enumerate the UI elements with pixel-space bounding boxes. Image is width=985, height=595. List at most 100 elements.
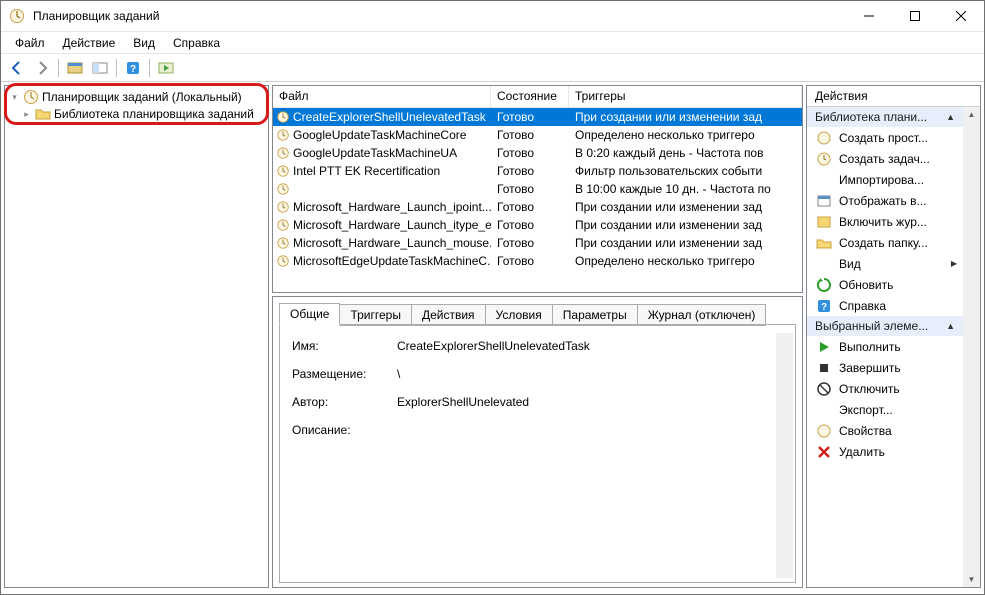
- toolbar-btn-1[interactable]: [64, 57, 86, 79]
- actions-group-header[interactable]: Выбранный элеме...▲: [807, 316, 963, 336]
- action-icon: [816, 235, 832, 251]
- minimize-button[interactable]: [846, 1, 892, 31]
- center-pane: Файл Состояние Триггеры CreateExplorerSh…: [272, 85, 803, 588]
- action-item[interactable]: ?Справка: [807, 295, 963, 316]
- tab-triggers[interactable]: Триггеры: [339, 304, 412, 326]
- highlight-annotation: ▸ Библиотека планировщика заданий: [7, 105, 266, 123]
- action-icon: [816, 193, 832, 209]
- expand-icon[interactable]: ▾: [9, 92, 20, 103]
- task-trigger: Определено несколько триггеро: [569, 128, 802, 142]
- tab-history[interactable]: Журнал (отключен): [637, 304, 767, 326]
- table-row[interactable]: MicrosoftEdgeUpdateTaskMachineC...Готово…: [273, 252, 802, 270]
- table-row[interactable]: Microsoft_Hardware_Launch_itype_exeГотов…: [273, 216, 802, 234]
- menu-help[interactable]: Справка: [165, 34, 228, 52]
- col-trig[interactable]: Триггеры: [569, 86, 802, 107]
- action-label: Справка: [839, 299, 886, 313]
- task-file: CreateExplorerShellUnelevatedTask: [293, 110, 486, 124]
- action-icon: [816, 360, 832, 376]
- col-state[interactable]: Состояние: [491, 86, 569, 107]
- action-item[interactable]: Отключить: [807, 378, 963, 399]
- action-item[interactable]: Создать папку...: [807, 232, 963, 253]
- table-row[interactable]: CreateExplorerShellUnelevatedTaskГотовоП…: [273, 108, 802, 126]
- table-row[interactable]: GoogleUpdateTaskMachineUAГотовоВ 0:20 ка…: [273, 144, 802, 162]
- task-file: GoogleUpdateTaskMachineCore: [293, 128, 466, 142]
- menu-file[interactable]: Файл: [7, 34, 53, 52]
- task-trigger: Фильтр пользовательских событи: [569, 164, 802, 178]
- list-body: CreateExplorerShellUnelevatedTaskГотовоП…: [273, 108, 802, 292]
- tab-general[interactable]: Общие: [279, 303, 340, 325]
- scrollbar[interactable]: [776, 333, 793, 578]
- table-row[interactable]: GoogleUpdateTaskMachineCore ГотовоОпредел…: [273, 126, 802, 144]
- action-item[interactable]: Выполнить: [807, 336, 963, 357]
- window-title: Планировщик заданий: [33, 9, 846, 23]
- tree-pane[interactable]: ▾ Планировщик заданий (Локальный) ▸ Библ…: [4, 85, 269, 588]
- table-row[interactable]: Microsoft_Hardware_Launch_ipoint...Готов…: [273, 198, 802, 216]
- task-state: Готово: [491, 236, 569, 250]
- action-icon: [816, 402, 832, 418]
- clock-icon: [276, 218, 290, 232]
- actions-group-header[interactable]: Библиотека плани...▲: [807, 107, 963, 127]
- tab-actions[interactable]: Действия: [411, 304, 486, 326]
- menu-view[interactable]: Вид: [125, 34, 163, 52]
- task-trigger: При создании или изменении зад: [569, 110, 802, 124]
- clock-icon: [276, 146, 290, 160]
- action-icon: [816, 256, 832, 272]
- menu-action[interactable]: Действие: [55, 34, 124, 52]
- clock-icon: [276, 128, 290, 142]
- action-item[interactable]: Экспорт...: [807, 399, 963, 420]
- task-trigger: Определено несколько триггеро: [569, 254, 802, 268]
- tree-root-label: Планировщик заданий (Локальный): [42, 90, 242, 104]
- action-item[interactable]: Свойства: [807, 420, 963, 441]
- forward-button[interactable]: [31, 57, 53, 79]
- actions-list: Библиотека плани...▲ Создать прост... Созд…: [807, 107, 963, 462]
- task-state: Готово: [491, 128, 569, 142]
- maximize-button[interactable]: [892, 1, 938, 31]
- action-label: Завершить: [839, 361, 901, 375]
- action-icon: [816, 277, 832, 293]
- run-button[interactable]: [155, 57, 177, 79]
- expand-icon[interactable]: ▸: [21, 109, 32, 120]
- action-item[interactable]: Отображать в...: [807, 190, 963, 211]
- action-label: Создать папку...: [839, 236, 928, 250]
- action-item[interactable]: Импортирова...: [807, 169, 963, 190]
- action-item[interactable]: Вид▶: [807, 253, 963, 274]
- clock-icon: [23, 89, 39, 105]
- action-item[interactable]: Завершить: [807, 357, 963, 378]
- action-item[interactable]: Создать задач...: [807, 148, 963, 169]
- table-row[interactable]: Microsoft_Hardware_Launch_mouse...Готово…: [273, 234, 802, 252]
- titlebar: Планировщик заданий: [1, 1, 984, 32]
- action-icon: [816, 172, 832, 188]
- task-trigger: При создании или изменении зад: [569, 200, 802, 214]
- clock-icon: [276, 236, 290, 250]
- close-button[interactable]: [938, 1, 984, 31]
- action-item[interactable]: Создать прост...: [807, 127, 963, 148]
- window-controls: [846, 1, 984, 31]
- chevron-up-icon: ▲: [946, 112, 955, 122]
- separator: [149, 59, 150, 77]
- app-icon: [9, 8, 25, 24]
- tree-root[interactable]: ▾ Планировщик заданий (Локальный): [7, 88, 266, 106]
- task-trigger: При создании или изменении зад: [569, 218, 802, 232]
- task-list[interactable]: Файл Состояние Триггеры CreateExplorerSh…: [272, 85, 803, 293]
- table-row[interactable]: Intel PTT EK RecertificationГотовоФильтр…: [273, 162, 802, 180]
- action-icon: [816, 214, 832, 230]
- toolbar-btn-2[interactable]: [89, 57, 111, 79]
- task-state: Готово: [491, 254, 569, 268]
- svg-text:?: ?: [130, 64, 136, 75]
- action-label: Создать прост...: [839, 131, 928, 145]
- tab-conditions[interactable]: Условия: [485, 304, 553, 326]
- help-button[interactable]: ?: [122, 57, 144, 79]
- tab-body: Имя:CreateExplorerShellUnelevatedTask Ра…: [279, 324, 796, 583]
- clock-icon: [276, 200, 290, 214]
- scrollbar[interactable]: ▲▼: [963, 107, 980, 587]
- task-file: Intel PTT EK Recertification: [293, 164, 440, 178]
- col-file[interactable]: Файл: [273, 86, 491, 107]
- action-item[interactable]: Обновить: [807, 274, 963, 295]
- toolbar: ?: [1, 54, 984, 82]
- action-item[interactable]: Удалить: [807, 441, 963, 462]
- table-row[interactable]: ГотовоВ 10:00 каждые 10 дн. - Частота по: [273, 180, 802, 198]
- tab-settings[interactable]: Параметры: [552, 304, 638, 326]
- back-button[interactable]: [6, 57, 28, 79]
- tree-library[interactable]: ▸ Библиотека планировщика заданий: [7, 105, 266, 123]
- action-item[interactable]: Включить жур...: [807, 211, 963, 232]
